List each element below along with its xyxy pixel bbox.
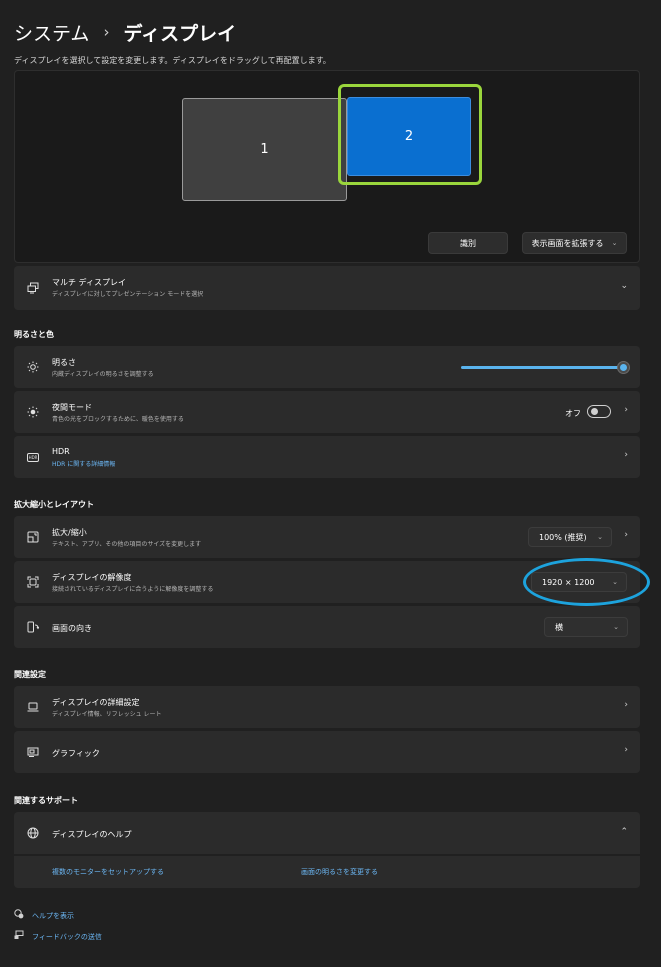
sun-icon [26, 360, 40, 374]
display-help-title: ディスプレイのヘルプ [52, 830, 132, 839]
graphics-row[interactable]: グラフィック › [14, 731, 640, 773]
monitor-2-number: 2 [404, 129, 414, 144]
brightness-row: 明るさ 内蔵ディスプレイの明るさを調整する [14, 346, 640, 388]
resolution-annotation-ellipse [523, 558, 650, 606]
night-mode-row[interactable]: 夜間モード 青色の光をブロックするために、暖色を使用する オフ › [14, 391, 640, 433]
section-heading-brightness-color: 明るさと色 [14, 330, 54, 339]
page-title: ディスプレイ [123, 22, 237, 45]
orientation-row: 画面の向き 横 ⌄ [14, 606, 640, 648]
resolution-title: ディスプレイの解像度 [52, 573, 132, 582]
night-mode-subtitle: 青色の光をブロックするために、暖色を使用する [52, 416, 184, 423]
breadcrumb-system-link[interactable]: システム [14, 19, 89, 46]
hdr-title: HDR [52, 447, 70, 456]
display-help-row[interactable]: ディスプレイのヘルプ ⌃ [14, 812, 640, 854]
identify-button[interactable]: 識別 [428, 232, 508, 254]
scale-row: 拡大/縮小 テキスト、アプリ、その他の項目のサイズを変更します 100% (推奨… [14, 516, 640, 558]
multi-display-icon [26, 281, 40, 295]
chevron-down-icon: ⌄ [620, 281, 628, 291]
night-mode-toggle-label: オフ [565, 409, 581, 418]
laptop-icon [26, 700, 40, 714]
section-heading-related-support: 関連するサポート [14, 796, 78, 805]
arrangement-instruction: ディスプレイを選択して設定を変更します。ディスプレイをドラッグして再配置します。 [14, 56, 331, 65]
display-arrangement-panel: 1 2 識別 表示画面を拡張する ⌄ [14, 70, 640, 263]
monitor-1[interactable]: 1 [182, 98, 347, 201]
display-mode-value: 表示画面を拡張する [531, 238, 604, 248]
scale-icon [26, 530, 40, 544]
breadcrumb-separator: › [103, 23, 110, 41]
identify-label: 識別 [460, 238, 476, 248]
brightness-slider-track[interactable] [461, 366, 626, 369]
send-feedback-label: フィードバックの送信 [32, 932, 102, 941]
advanced-display-row[interactable]: ディスプレイの詳細設定 ディスプレイ情報、リフレッシュ レート › [14, 686, 640, 728]
chevron-down-icon: ⌄ [597, 533, 603, 541]
chevron-right-icon: › [624, 745, 628, 755]
hdr-icon-label: HDR [26, 452, 40, 462]
brightness-subtitle: 内蔵ディスプレイの明るさを調整する [52, 371, 154, 378]
chevron-right-icon: › [624, 405, 628, 415]
night-light-icon [26, 405, 40, 419]
orientation-dropdown[interactable]: 横 ⌄ [544, 617, 628, 637]
chevron-right-icon[interactable]: › [624, 530, 628, 540]
get-help-label: ヘルプを表示 [32, 911, 74, 920]
resolution-icon [26, 575, 40, 589]
scale-dropdown[interactable]: 100% (推奨) ⌄ [528, 527, 612, 547]
support-link-brightness[interactable]: 画面の明るさを変更する [301, 867, 378, 877]
chevron-down-icon: ⌄ [613, 623, 619, 631]
scale-value: 100% (推奨) [539, 532, 587, 542]
night-mode-title: 夜間モード [52, 403, 92, 412]
scale-title: 拡大/縮小 [52, 528, 87, 537]
hdr-info-link[interactable]: HDR に関する詳細情報 [52, 459, 115, 468]
display-help-links: 複数のモニターをセットアップする 画面の明るさを変更する [14, 856, 640, 888]
brightness-slider-thumb[interactable] [617, 361, 630, 374]
orientation-icon [26, 620, 40, 634]
display-mode-dropdown[interactable]: 表示画面を拡張する ⌄ [522, 232, 627, 254]
graphics-card-icon [26, 745, 40, 759]
section-heading-scale-layout: 拡大縮小とレイアウト [14, 500, 94, 509]
multi-display-row[interactable]: マルチ ディスプレイ ディスプレイに対してプレゼンテーション モードを選択 ⌄ [14, 266, 640, 310]
multi-display-title: マルチ ディスプレイ [52, 278, 126, 287]
orientation-title: 画面の向き [52, 624, 92, 633]
get-help-link[interactable]: ヘルプを表示 [14, 909, 74, 922]
feedback-icon [14, 930, 24, 943]
help-icon [14, 909, 24, 922]
globe-icon [26, 826, 40, 840]
chevron-right-icon: › [624, 450, 628, 460]
graphics-title: グラフィック [52, 749, 100, 758]
brightness-title: 明るさ [52, 358, 76, 367]
hdr-row[interactable]: HDR HDR HDR に関する詳細情報 › [14, 436, 640, 478]
night-mode-toggle[interactable] [587, 405, 611, 418]
multi-display-subtitle: ディスプレイに対してプレゼンテーション モードを選択 [52, 291, 204, 298]
monitor-2[interactable]: 2 [347, 97, 471, 176]
chevron-right-icon: › [624, 700, 628, 710]
chevron-up-icon: ⌃ [620, 827, 628, 837]
send-feedback-link[interactable]: フィードバックの送信 [14, 930, 102, 943]
monitor-1-number: 1 [260, 142, 269, 157]
advanced-display-title: ディスプレイの詳細設定 [52, 698, 140, 707]
chevron-down-icon: ⌄ [611, 239, 618, 247]
orientation-value: 横 [555, 622, 563, 632]
hdr-icon: HDR [26, 450, 40, 464]
support-link-multiple-monitors[interactable]: 複数のモニターをセットアップする [52, 867, 164, 877]
advanced-display-subtitle: ディスプレイ情報、リフレッシュ レート [52, 711, 162, 718]
section-heading-related-settings: 関連設定 [14, 670, 46, 679]
resolution-subtitle: 接続されているディスプレイに合うように解像度を調整する [52, 586, 214, 593]
scale-subtitle: テキスト、アプリ、その他の項目のサイズを変更します [52, 541, 202, 548]
breadcrumb: システム › ディスプレイ [14, 18, 236, 46]
